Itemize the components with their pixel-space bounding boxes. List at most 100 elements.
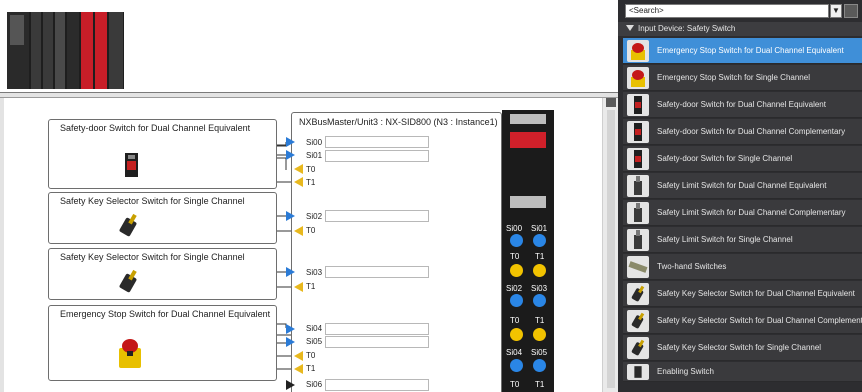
port-name-field[interactable] xyxy=(325,336,429,348)
port-name-field[interactable] xyxy=(325,323,429,335)
port-label: Si04 xyxy=(306,324,323,333)
toolbox-item[interactable]: Safety-door Switch for Dual Channel Equi… xyxy=(623,92,862,118)
toolbox-item-label: Safety Limit Switch for Single Channel xyxy=(657,235,793,244)
input-port-arrow xyxy=(286,137,295,147)
toolbox-item-label: Safety-door Switch for Dual Channel Equi… xyxy=(657,100,826,109)
port-name-field[interactable] xyxy=(325,266,429,278)
input-port-arrow xyxy=(286,324,295,334)
toolbox-item[interactable]: Emergency Stop Switch for Single Channel xyxy=(623,65,862,91)
io-unit xyxy=(31,12,41,89)
toolbox-item[interactable]: Safety Limit Switch for Dual Channel Equ… xyxy=(623,173,862,199)
device-key-selector-single-1[interactable]: Safety Key Selector Switch for Single Ch… xyxy=(48,192,277,244)
input-port-arrow xyxy=(286,380,295,390)
collapse-arrow-icon[interactable] xyxy=(626,25,634,31)
emergency-stop-icon xyxy=(119,339,141,368)
led-label: Si02 xyxy=(506,284,523,293)
input-port-arrow xyxy=(286,150,295,160)
toolbox-item[interactable]: Safety Key Selector Switch for Single Ch… xyxy=(623,335,862,361)
led-yellow xyxy=(510,328,523,341)
led-label: Si04 xyxy=(506,348,523,357)
io-unit xyxy=(109,12,123,89)
toolbox-item[interactable]: Emergency Stop Switch for Dual Channel E… xyxy=(623,38,862,64)
toolbox-item-label: Enabling Switch xyxy=(657,367,714,376)
hardware-units-image[interactable] xyxy=(7,12,124,89)
input-port-arrow xyxy=(286,211,295,221)
toolbox-item[interactable]: Safety Key Selector Switch for Dual Chan… xyxy=(623,281,862,307)
toolbox-item[interactable]: Safety Limit Switch for Single Channel xyxy=(623,227,862,253)
scroll-up-button[interactable] xyxy=(606,98,616,107)
led-yellow xyxy=(533,328,546,341)
two-hand-switch-icon xyxy=(627,256,649,278)
category-header[interactable]: Input Device: Safety Switch xyxy=(618,22,862,36)
toolbox-item[interactable]: Enabling Switch xyxy=(623,362,862,382)
limit-switch-icon xyxy=(627,175,649,197)
unit-connector xyxy=(510,196,546,208)
door-switch-icon xyxy=(125,153,138,177)
device-title: Emergency Stop Switch for Dual Channel E… xyxy=(60,309,271,319)
device-door-switch-dual[interactable]: Safety-door Switch for Dual Channel Equi… xyxy=(48,119,277,189)
toolbox-item-label: Safety Limit Switch for Dual Channel Equ… xyxy=(657,181,827,190)
port-name-field[interactable] xyxy=(325,210,429,222)
toolbox-item-label: Safety Key Selector Switch for Single Ch… xyxy=(657,343,822,352)
led-label: T1 xyxy=(535,252,545,261)
toolbox-item[interactable]: Safety Key Selector Switch for Dual Chan… xyxy=(623,308,862,334)
scroll-track[interactable] xyxy=(607,110,615,388)
chevron-down-icon[interactable]: ▼ xyxy=(830,4,842,18)
toolbox-item-label: Emergency Stop Switch for Single Channel xyxy=(657,73,810,82)
port-label: Si03 xyxy=(306,268,323,277)
input-port-arrow xyxy=(286,337,295,347)
led-label: Si03 xyxy=(531,284,548,293)
device-emergency-stop-dual[interactable]: Emergency Stop Switch for Dual Channel E… xyxy=(48,305,277,381)
io-unit xyxy=(55,12,65,89)
port-name-field[interactable] xyxy=(325,379,429,391)
port-label: Si05 xyxy=(306,337,323,346)
category-label: Input Device: Safety Switch xyxy=(638,24,736,33)
output-port-arrow xyxy=(294,177,303,187)
search-clear-button[interactable] xyxy=(844,4,858,18)
safety-wiring-canvas[interactable]: Safety-door Switch for Dual Channel Equi… xyxy=(4,98,602,392)
led-label: Si00 xyxy=(506,224,523,233)
unit-label-plate xyxy=(510,114,546,124)
led-label: T0 xyxy=(510,252,520,261)
search-input[interactable]: <Search> xyxy=(625,4,829,18)
safety-unit xyxy=(95,12,107,89)
toolbox-item[interactable]: Safety-door Switch for Dual Channel Comp… xyxy=(623,119,862,145)
output-port-arrow xyxy=(294,164,303,174)
device-key-selector-single-2[interactable]: Safety Key Selector Switch for Single Ch… xyxy=(48,248,277,300)
key-selector-icon xyxy=(627,283,649,305)
port-name-field[interactable] xyxy=(325,136,429,148)
coupler-display xyxy=(10,15,24,45)
emergency-stop-icon xyxy=(627,67,649,89)
led-label: T1 xyxy=(535,380,545,389)
output-port-arrow xyxy=(294,226,303,236)
toolbox-item[interactable]: Safety-door Switch for Single Channel xyxy=(623,146,862,172)
toolbox-item-label: Emergency Stop Switch for Dual Channel E… xyxy=(657,46,844,55)
port-label: Si06 xyxy=(306,380,323,389)
output-port-arrow xyxy=(294,351,303,361)
door-switch-icon xyxy=(627,148,649,170)
limit-switch-icon xyxy=(627,202,649,224)
toolbox-item-label: Two-hand Switches xyxy=(657,262,727,271)
controller-title: NXBusMaster/Unit3 : NX-SID800 (N3 : Inst… xyxy=(299,117,498,127)
emergency-stop-icon xyxy=(627,40,649,62)
key-selector-icon xyxy=(119,269,137,293)
port-name-field[interactable] xyxy=(325,150,429,162)
led-label: Si01 xyxy=(531,224,548,233)
led-label: T0 xyxy=(510,316,520,325)
led-label: T1 xyxy=(535,316,545,325)
output-port-arrow xyxy=(294,364,303,374)
device-title: Safety Key Selector Switch for Single Ch… xyxy=(60,196,245,206)
port-label: T0 xyxy=(306,226,316,235)
toolbox-item[interactable]: Safety Limit Switch for Dual Channel Com… xyxy=(623,200,862,226)
port-label: Si01 xyxy=(306,151,323,160)
panel-footer xyxy=(618,382,862,392)
io-unit xyxy=(67,12,79,89)
io-unit xyxy=(43,12,53,89)
key-selector-icon xyxy=(119,213,137,237)
canvas-vertical-scrollbar[interactable] xyxy=(602,98,618,392)
led-yellow xyxy=(510,264,523,277)
device-toolbox-panel: <Search> ▼ Input Device: Safety Switch E… xyxy=(618,0,862,392)
toolbox-item-label: Safety Limit Switch for Dual Channel Com… xyxy=(657,208,846,217)
toolbox-item[interactable]: Two-hand Switches xyxy=(623,254,862,280)
device-title: Safety-door Switch for Dual Channel Equi… xyxy=(60,123,251,133)
